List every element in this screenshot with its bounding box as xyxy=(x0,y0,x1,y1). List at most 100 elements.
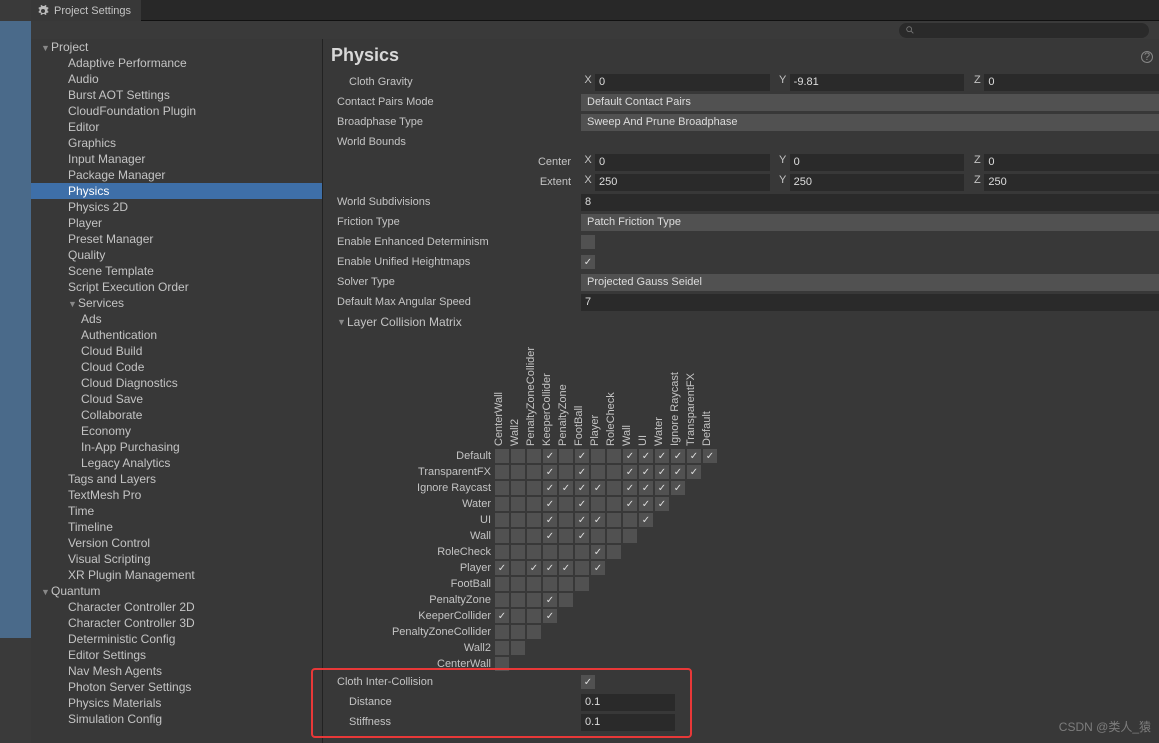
matrix-checkbox[interactable] xyxy=(575,577,589,591)
matrix-checkbox[interactable] xyxy=(495,513,509,527)
matrix-checkbox[interactable] xyxy=(607,497,621,511)
stiffness-field[interactable]: 0.1 xyxy=(581,714,675,731)
matrix-checkbox[interactable] xyxy=(511,641,525,655)
matrix-checkbox[interactable] xyxy=(495,529,509,543)
sidebar-item-graphics[interactable]: Graphics xyxy=(31,135,322,151)
matrix-checkbox[interactable] xyxy=(543,545,557,559)
matrix-checkbox[interactable]: ✓ xyxy=(575,529,589,543)
sidebar-item-textmesh-pro[interactable]: TextMesh Pro xyxy=(31,487,322,503)
matrix-checkbox[interactable] xyxy=(527,545,541,559)
matrix-checkbox[interactable]: ✓ xyxy=(671,481,685,495)
matrix-checkbox[interactable]: ✓ xyxy=(495,561,509,575)
sidebar-item-collaborate[interactable]: Collaborate xyxy=(31,407,322,423)
matrix-checkbox[interactable] xyxy=(575,561,589,575)
matrix-checkbox[interactable] xyxy=(511,497,525,511)
matrix-checkbox[interactable] xyxy=(527,481,541,495)
search-input[interactable] xyxy=(899,23,1149,38)
matrix-checkbox[interactable]: ✓ xyxy=(543,465,557,479)
matrix-checkbox[interactable] xyxy=(511,625,525,639)
sidebar-item-cloud-build[interactable]: Cloud Build xyxy=(31,343,322,359)
matrix-checkbox[interactable] xyxy=(511,577,525,591)
sidebar-item-deterministic-config[interactable]: Deterministic Config xyxy=(31,631,322,647)
sidebar-item-xr-plugin-management[interactable]: XR Plugin Management xyxy=(31,567,322,583)
center-x[interactable]: 0 xyxy=(595,154,770,171)
matrix-checkbox[interactable]: ✓ xyxy=(623,449,637,463)
sidebar-item-cloud-code[interactable]: Cloud Code xyxy=(31,359,322,375)
matrix-checkbox[interactable] xyxy=(527,513,541,527)
matrix-checkbox[interactable]: ✓ xyxy=(575,497,589,511)
matrix-checkbox[interactable]: ✓ xyxy=(543,561,557,575)
sidebar-item-audio[interactable]: Audio xyxy=(31,71,322,87)
layer-matrix-foldout[interactable]: ▼ Layer Collision Matrix xyxy=(337,312,1159,332)
broadphase-dropdown[interactable]: Sweep And Prune Broadphase xyxy=(581,114,1159,131)
matrix-checkbox[interactable] xyxy=(527,577,541,591)
matrix-checkbox[interactable]: ✓ xyxy=(591,481,605,495)
matrix-checkbox[interactable]: ✓ xyxy=(639,497,653,511)
sidebar-item-visual-scripting[interactable]: Visual Scripting xyxy=(31,551,322,567)
matrix-checkbox[interactable]: ✓ xyxy=(543,529,557,543)
sidebar-item-character-controller-2d[interactable]: Character Controller 2D xyxy=(31,599,322,615)
sidebar-item-character-controller-3d[interactable]: Character Controller 3D xyxy=(31,615,322,631)
sidebar-item-package-manager[interactable]: Package Manager xyxy=(31,167,322,183)
sidebar-item-editor-settings[interactable]: Editor Settings xyxy=(31,647,322,663)
matrix-checkbox[interactable] xyxy=(511,593,525,607)
matrix-checkbox[interactable] xyxy=(559,449,573,463)
matrix-checkbox[interactable] xyxy=(559,577,573,591)
matrix-checkbox[interactable]: ✓ xyxy=(639,481,653,495)
matrix-checkbox[interactable]: ✓ xyxy=(703,449,717,463)
matrix-checkbox[interactable]: ✓ xyxy=(687,465,701,479)
unified-checkbox[interactable]: ✓ xyxy=(581,255,595,269)
matrix-checkbox[interactable] xyxy=(527,497,541,511)
matrix-checkbox[interactable]: ✓ xyxy=(495,609,509,623)
matrix-checkbox[interactable] xyxy=(495,577,509,591)
matrix-checkbox[interactable] xyxy=(559,593,573,607)
sidebar-item-quality[interactable]: Quality xyxy=(31,247,322,263)
enhanced-checkbox[interactable] xyxy=(581,235,595,249)
matrix-checkbox[interactable] xyxy=(527,609,541,623)
matrix-checkbox[interactable]: ✓ xyxy=(543,497,557,511)
matrix-checkbox[interactable]: ✓ xyxy=(575,449,589,463)
matrix-checkbox[interactable]: ✓ xyxy=(655,497,669,511)
matrix-checkbox[interactable]: ✓ xyxy=(671,449,685,463)
matrix-checkbox[interactable]: ✓ xyxy=(639,513,653,527)
matrix-checkbox[interactable] xyxy=(607,513,621,527)
matrix-checkbox[interactable]: ✓ xyxy=(575,513,589,527)
tab-project-settings[interactable]: Project Settings xyxy=(31,0,141,21)
matrix-checkbox[interactable]: ✓ xyxy=(623,481,637,495)
center-z[interactable]: 0 xyxy=(984,154,1159,171)
sidebar-item-cloudfoundation-plugin[interactable]: CloudFoundation Plugin xyxy=(31,103,322,119)
sidebar-item-player[interactable]: Player xyxy=(31,215,322,231)
matrix-checkbox[interactable]: ✓ xyxy=(639,449,653,463)
matrix-checkbox[interactable]: ✓ xyxy=(655,465,669,479)
matrix-checkbox[interactable]: ✓ xyxy=(639,465,653,479)
matrix-checkbox[interactable] xyxy=(575,545,589,559)
matrix-checkbox[interactable]: ✓ xyxy=(623,497,637,511)
sidebar-item-burst-aot-settings[interactable]: Burst AOT Settings xyxy=(31,87,322,103)
sidebar-item-legacy-analytics[interactable]: Legacy Analytics xyxy=(31,455,322,471)
matrix-checkbox[interactable] xyxy=(591,497,605,511)
matrix-checkbox[interactable] xyxy=(559,529,573,543)
matrix-checkbox[interactable] xyxy=(527,449,541,463)
matrix-checkbox[interactable]: ✓ xyxy=(543,513,557,527)
matrix-checkbox[interactable]: ✓ xyxy=(655,449,669,463)
help-icon[interactable]: ? xyxy=(1141,51,1153,63)
sidebar-item-editor[interactable]: Editor xyxy=(31,119,322,135)
extent-x[interactable]: 250 xyxy=(595,174,770,191)
matrix-checkbox[interactable]: ✓ xyxy=(623,465,637,479)
matrix-checkbox[interactable] xyxy=(559,545,573,559)
matrix-checkbox[interactable] xyxy=(527,625,541,639)
cloth-gravity-z[interactable]: 0 xyxy=(984,74,1159,91)
matrix-checkbox[interactable] xyxy=(607,545,621,559)
matrix-checkbox[interactable]: ✓ xyxy=(687,449,701,463)
extent-y[interactable]: 250 xyxy=(790,174,965,191)
matrix-checkbox[interactable] xyxy=(495,593,509,607)
sidebar-item-nav-mesh-agents[interactable]: Nav Mesh Agents xyxy=(31,663,322,679)
sidebar-item-timeline[interactable]: Timeline xyxy=(31,519,322,535)
sidebar-item-adaptive-performance[interactable]: Adaptive Performance xyxy=(31,55,322,71)
world-subdiv-field[interactable]: 8 xyxy=(581,194,1159,211)
matrix-checkbox[interactable] xyxy=(543,577,557,591)
cloth-gravity-y[interactable]: -9.81 xyxy=(790,74,965,91)
matrix-checkbox[interactable]: ✓ xyxy=(559,481,573,495)
matrix-checkbox[interactable] xyxy=(591,449,605,463)
matrix-checkbox[interactable] xyxy=(527,529,541,543)
